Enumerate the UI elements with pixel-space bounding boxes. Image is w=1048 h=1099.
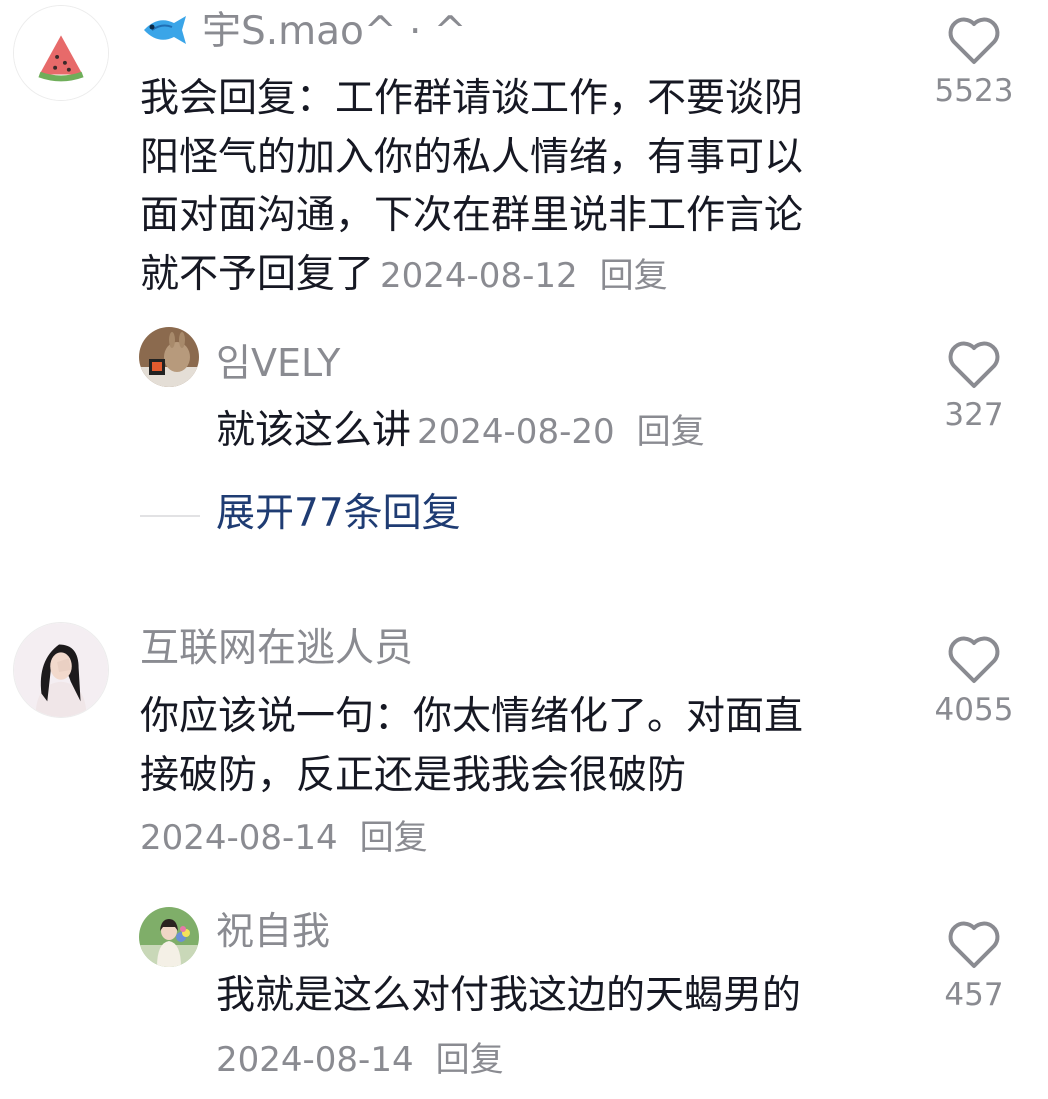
like-button[interactable]: 457 xyxy=(926,920,1022,1011)
reply-button[interactable]: 回复 xyxy=(600,256,668,296)
comment-date: 2024-08-20 xyxy=(417,412,615,452)
comment-date: 2024-08-12 xyxy=(380,255,578,296)
heart-icon xyxy=(948,636,1000,683)
comment-text: 就该这么讲 2024-08-20 回复 xyxy=(216,402,705,462)
comment-date: 2024-08-14 xyxy=(216,1040,414,1080)
woman-photo-avatar xyxy=(14,623,108,717)
comment-line: 你应该说一句：你太情绪化了。对面直 xyxy=(140,694,804,739)
comment-username[interactable]: 임VELY xyxy=(216,344,340,382)
like-button[interactable]: 4055 xyxy=(926,635,1022,726)
comment-line-text: 就不予回复了 xyxy=(140,251,375,297)
avatar[interactable] xyxy=(13,5,109,101)
flowers-photo-avatar xyxy=(139,907,199,967)
watermelon-icon xyxy=(14,6,108,100)
comment-line: 我就是这么对付我这边的天蝎男的 xyxy=(216,973,802,1018)
avatar[interactable] xyxy=(13,622,109,718)
like-count: 4055 xyxy=(934,692,1014,728)
comment-date: 2024-08-14 xyxy=(140,818,338,858)
username-text: 宇S.mao^ · ^ xyxy=(202,9,467,54)
reply-button[interactable]: 回复 xyxy=(436,1040,504,1080)
reply-button[interactable]: 回复 xyxy=(637,412,705,452)
heart-icon xyxy=(948,921,1000,968)
comment-text: 我会回复：工作群请谈工作，不要谈阴 阳怪气的加入你的私人情绪，有事可以 面对面沟… xyxy=(140,70,803,305)
like-count: 5523 xyxy=(934,73,1014,109)
comment-meta: 2024-08-14 回复 xyxy=(216,1043,504,1077)
like-button[interactable]: 327 xyxy=(926,340,1022,431)
comment-line: 我会回复：工作群请谈工作，不要谈阴 xyxy=(140,76,804,121)
comment-text: 你应该说一句：你太情绪化了。对面直 接破防，反正还是我我会很破防 xyxy=(140,688,803,805)
like-count: 457 xyxy=(944,977,1004,1013)
like-button[interactable]: 5523 xyxy=(926,16,1022,107)
fish-emoji-icon xyxy=(144,16,186,44)
heart-icon xyxy=(948,17,1000,64)
heart-icon xyxy=(948,341,1000,388)
reply-button[interactable]: 回复 xyxy=(360,818,428,858)
comment-line: 就不予回复了 2024-08-12 回复 xyxy=(140,246,803,306)
rabbit-photo-avatar xyxy=(139,327,199,387)
comment-username[interactable]: 宇S.mao^ · ^ xyxy=(140,12,466,51)
expand-replies-button[interactable]: 展开77条回复 xyxy=(216,494,461,533)
like-count: 327 xyxy=(944,397,1004,433)
comment-line: 面对面沟通，下次在群里说非工作言论 xyxy=(140,193,804,238)
comment-line-text: 就该这么讲 xyxy=(216,408,412,453)
comment-line: 接破防，反正还是我我会很破防 xyxy=(140,752,687,798)
avatar[interactable] xyxy=(139,907,199,967)
comment-line: 阳怪气的加入你的私人情绪，有事可以 xyxy=(140,134,804,180)
comment-text: 我就是这么对付我这边的天蝎男的 xyxy=(216,967,801,1026)
comment-username[interactable]: 祝自我 xyxy=(216,912,330,950)
comment-meta: 2024-08-14 回复 xyxy=(140,821,428,855)
avatar[interactable] xyxy=(139,327,199,387)
expand-divider xyxy=(140,515,200,517)
comment-username[interactable]: 互联网在逃人员 xyxy=(140,629,413,668)
